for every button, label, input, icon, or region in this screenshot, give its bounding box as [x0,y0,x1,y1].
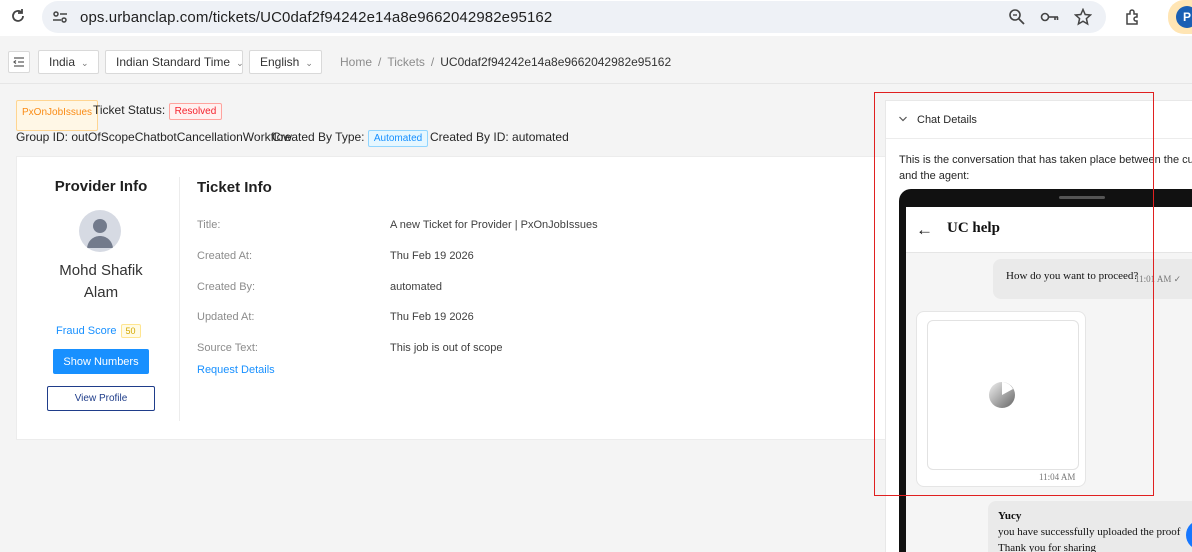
profile-avatar[interactable]: P [1176,6,1192,28]
ticket-status-label: Ticket Status: [93,103,166,117]
chat-message-text: you have successfully uploaded the proof [998,526,1181,538]
chat-message-time: 11:04 AM [1039,472,1076,482]
chat-message-outgoing: Yucy you have successfully uploaded the … [988,501,1192,552]
timezone-select-value: Indian Standard Time [116,55,231,69]
chat-screen: ← UC help How do you want to proceed? 11… [906,207,1192,552]
menu-toggle-button[interactable] [8,51,30,73]
phone-frame: ← UC help How do you want to proceed? 11… [899,189,1192,552]
group-id: Group ID: outOfScopeChatbotCancellationW… [16,130,292,144]
ticket-field-value: Thu Feb 19 2026 [390,250,474,262]
timezone-select[interactable]: Indian Standard Time ⌄ [105,50,244,74]
divider [179,177,180,421]
loading-spinner-icon [989,382,1015,408]
ticket-field-label: Source Text: [197,342,258,354]
bookmark-star-icon[interactable] [1074,8,1092,26]
category-tag: PxOnJobIssues [16,100,99,131]
category-tag-wrap: PxOnJobIssues [16,100,99,131]
fraud-score-badge: 50 [120,324,141,338]
fraud-score: Fraud Score 50 [56,324,141,338]
ticket-field-value: Thu Feb 19 2026 [390,311,474,323]
chat-description-line2: and the agent: [899,170,970,182]
chat-app-title: UC help [947,220,1000,236]
url-text[interactable]: ops.urbanclap.com/tickets/UC0daf2f94242e… [80,9,552,26]
ticket-field-label: Title: [197,219,221,231]
back-arrow-icon[interactable]: ← [916,220,933,240]
ticket-field-value: This job is out of scope [390,342,503,354]
ticket-status: Ticket Status: Resolved [93,103,223,120]
created-by-type-badge: Automated [367,130,429,147]
chevron-down-icon: ⌄ [305,58,313,68]
chat-message-time: 11:01 AM ✓ [1135,274,1182,284]
browser-toolbar: ops.urbanclap.com/tickets/UC0daf2f94242e… [0,0,1192,36]
phone-notch [1059,196,1105,199]
provider-info: Provider Info Mohd Shafik Alam Fraud Sco… [17,157,179,441]
breadcrumb-home[interactable]: Home [340,55,372,69]
image-placeholder[interactable] [927,320,1079,470]
site-settings-icon[interactable] [52,9,68,25]
created-by-type: Created By Type: Automated [272,130,429,147]
show-numbers-button[interactable]: Show Numbers [53,349,149,374]
provider-name-line1: Mohd Shafik [59,262,143,279]
chat-message-sender: Yucy [998,510,1022,522]
chevron-down-icon: ⌄ [236,58,244,68]
chat-message-text: How do you want to proceed? [1006,270,1139,282]
password-key-icon[interactable] [1040,8,1060,26]
language-select[interactable]: English ⌄ [249,50,322,74]
chat-message-image: 11:04 AM [916,311,1086,487]
user-icon [87,219,113,248]
ticket-field-value: A new Ticket for Provider | PxOnJobIssue… [390,219,598,231]
top-nav: India ⌄ Indian Standard Time ⌄ English ⌄ Ho… [0,40,1192,84]
ticket-field-label: Created By: [197,281,256,293]
breadcrumb: Home / Tickets / UC0daf2f94242e14a8e96620429… [340,55,672,69]
chat-details-header[interactable]: Chat Details [886,101,1192,139]
created-by-id: Created By ID: automated [430,130,569,144]
fraud-score-label[interactable]: Fraud Score [56,325,117,337]
breadcrumb-current: UC0daf2f94242e14a8e9662042982e95162 [440,55,672,69]
created-by-type-label: Created By Type: [272,130,365,144]
ticket-field-label: Created At: [197,250,253,262]
country-select-value: India [49,55,76,69]
chat-details-panel: Chat Details This is the conversation th… [885,100,1192,552]
country-select[interactable]: India ⌄ [38,50,99,74]
language-select-value: English [260,55,300,69]
chat-description: This is the conversation that has taken … [899,152,1192,184]
status-badge: Resolved [168,103,223,120]
avatar [79,210,121,252]
double-check-icon: ✓ [1173,274,1182,284]
breadcrumb-tickets[interactable]: Tickets [387,55,425,69]
chat-message-text: Thank you for sharing [998,542,1097,552]
chevron-down-icon: ⌄ [81,58,89,68]
view-profile-button[interactable]: View Profile [47,386,155,411]
provider-name-line2: Alam [83,284,119,301]
provider-info-title: Provider Info [54,178,148,195]
ticket-field-value: automated [390,281,442,293]
ticket-card: Provider Info Mohd Shafik Alam Fraud Sco… [16,156,896,440]
chat-message-outgoing: How do you want to proceed? 11:01 AM ✓ [993,259,1192,299]
request-details-link[interactable]: Request Details [197,364,275,376]
zoom-icon[interactable] [1008,8,1026,26]
reload-icon[interactable] [8,7,28,27]
provider-name: Mohd Shafik Alam [37,260,165,304]
ticket-field-label: Updated At: [197,311,255,323]
menu-fold-icon [13,57,24,67]
chat-description-line1: This is the conversation that has taken … [899,154,1192,166]
address-bar[interactable]: ops.urbanclap.com/tickets/UC0daf2f94242e… [42,1,1106,33]
chat-details-title: Chat Details [917,114,977,126]
ticket-info-title: Ticket Info [197,179,272,196]
chevron-down-icon [899,116,907,122]
extensions-icon[interactable] [1124,8,1142,26]
chat-app-header: ← UC help [906,207,1192,253]
